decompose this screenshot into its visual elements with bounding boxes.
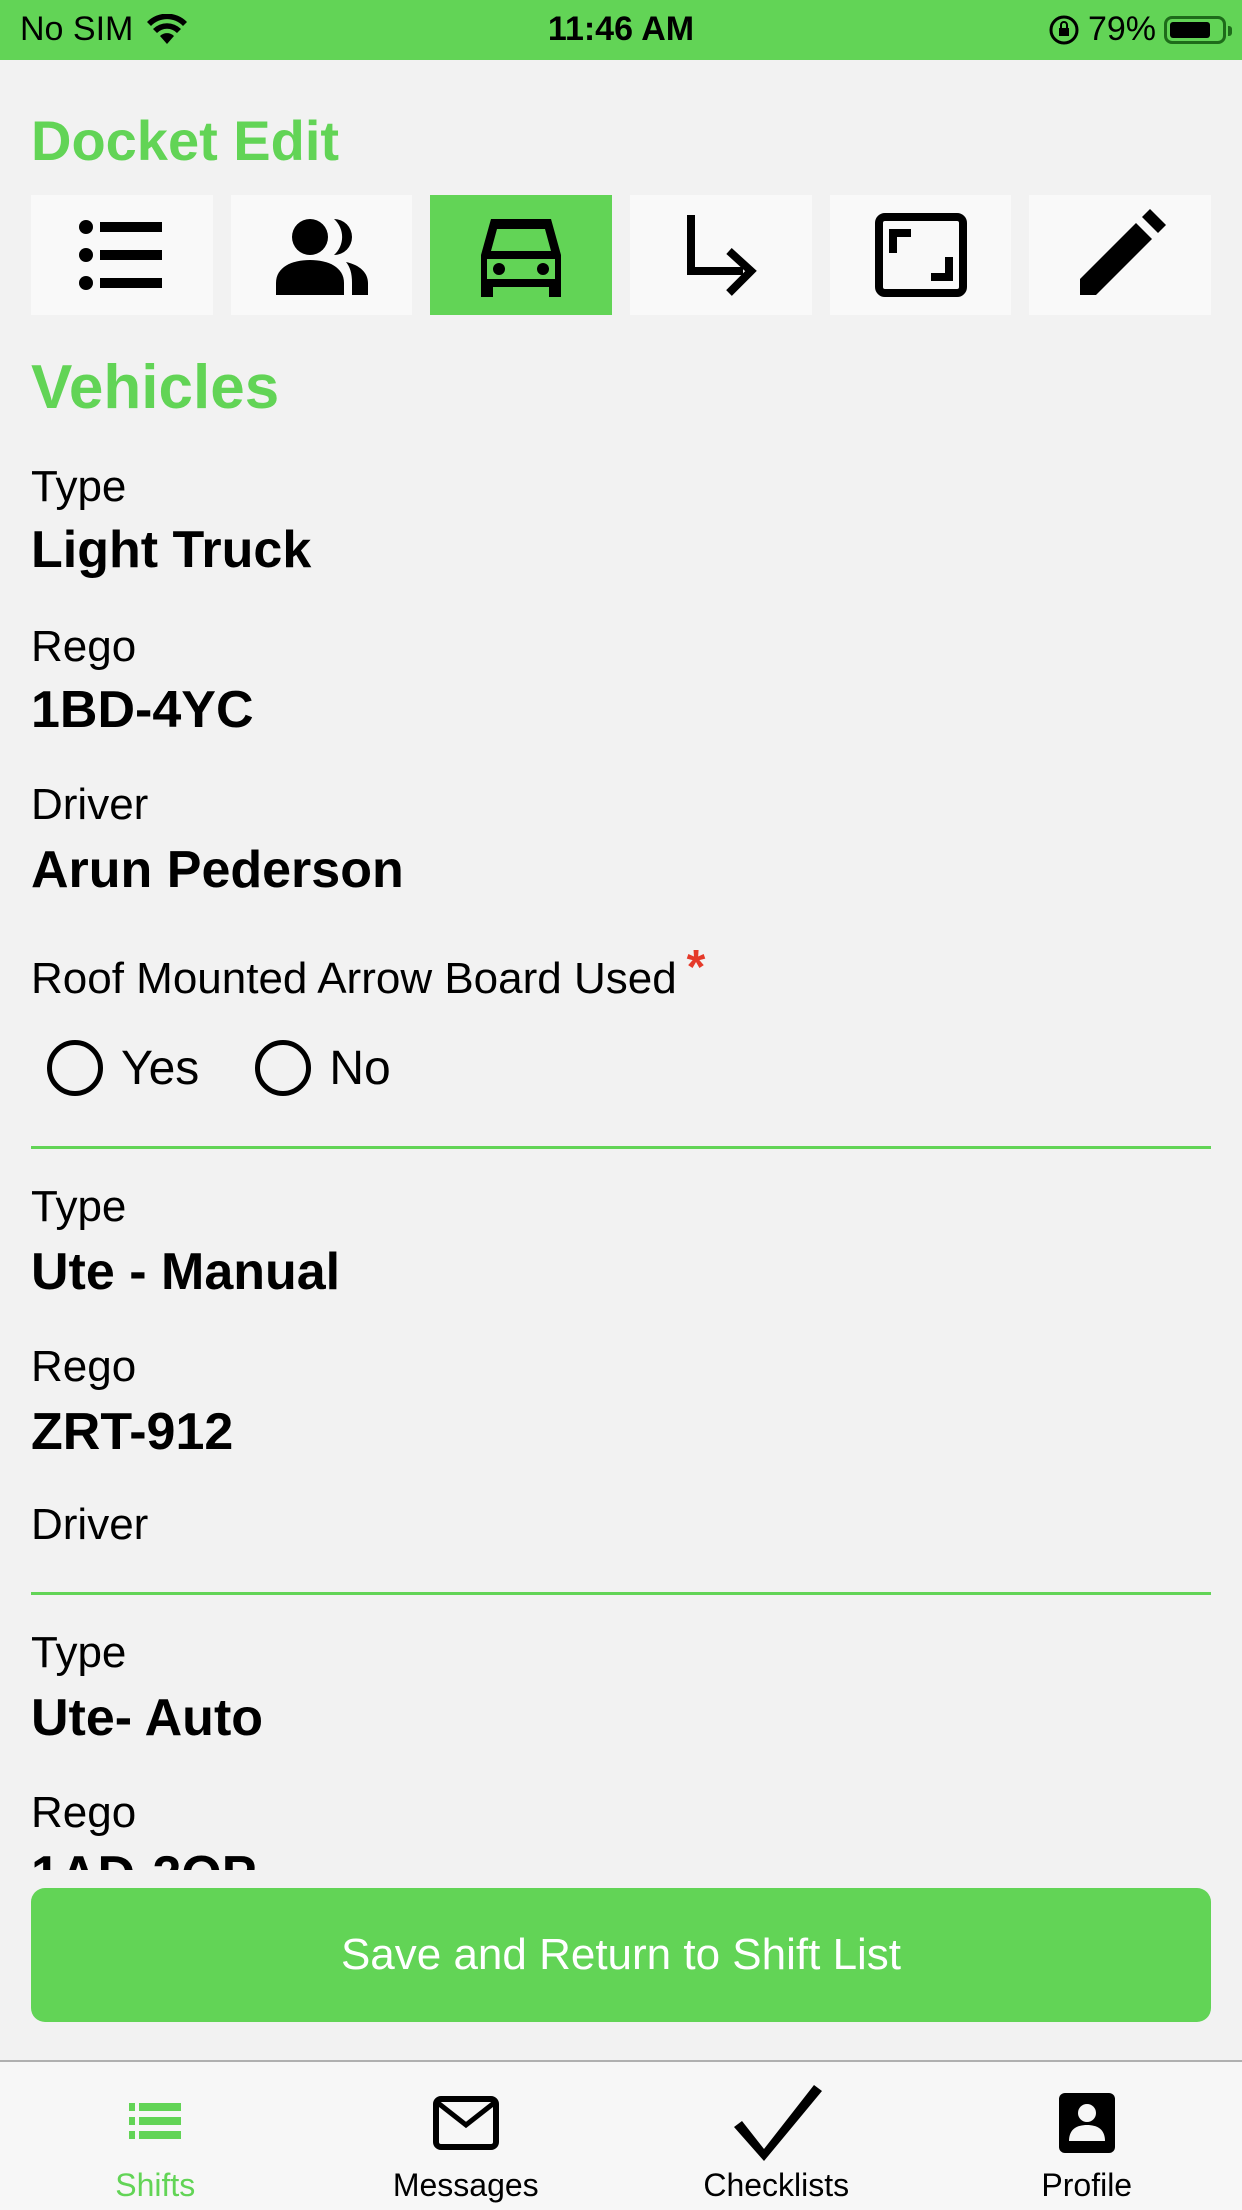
tab-shifts[interactable]: Shifts [0,2062,311,2210]
type-value: Ute - Manual [31,1242,340,1302]
driver-label: Driver [31,1500,148,1550]
rego-label: Rego [31,1788,136,1838]
rego-label: Rego [31,1342,136,1392]
tab-checklists-label: Checklists [703,2167,849,2204]
vehicle-divider [31,1592,1211,1595]
checkmark-icon [721,2083,831,2163]
driver-value: Arun Pederson [31,840,404,900]
radio-yes-label: Yes [121,1041,199,1096]
type-label: Type [31,1628,126,1678]
rego-label: Rego [31,622,136,672]
tab-messages-label: Messages [393,2167,539,2204]
radio-yes[interactable]: Yes [47,1040,199,1096]
radio-circle-icon[interactable] [255,1040,311,1096]
save-return-button[interactable]: Save and Return to Shift List [31,1888,1211,2022]
radio-circle-icon[interactable] [47,1040,103,1096]
type-value: Light Truck [31,520,311,580]
radio-no[interactable]: No [255,1040,390,1096]
question-text: Roof Mounted Arrow Board Used [31,954,677,1003]
tab-checklists[interactable]: Checklists [621,2062,932,2210]
radio-no-label: No [329,1041,390,1096]
type-label: Type [31,462,126,512]
vehicle-list[interactable]: Type Light Truck Rego 1BD-4YC Driver Aru… [31,0,1211,1870]
profile-icon [1047,2083,1127,2163]
list-icon [115,2083,195,2163]
tab-profile[interactable]: Profile [932,2062,1242,2210]
tab-shifts-label: Shifts [115,2167,195,2204]
tab-profile-label: Profile [1041,2167,1132,2204]
envelope-icon [426,2083,506,2163]
driver-label: Driver [31,780,148,830]
type-label: Type [31,1182,126,1232]
type-value: Ute- Auto [31,1688,263,1748]
arrow-board-question: Roof Mounted Arrow Board Used* [31,950,705,1005]
rego-value: ZRT-912 [31,1402,233,1462]
tab-messages[interactable]: Messages [311,2062,622,2210]
vehicle-divider [31,1146,1211,1149]
required-mark: * [687,941,706,994]
rego-value: 1BD-4YC [31,680,254,740]
bottom-tab-bar: Shifts Messages Checklists Profile [0,2060,1242,2210]
rego-value: 1AD-2QP [31,1845,256,1870]
arrow-board-radio-group: Yes No [47,1040,447,1096]
